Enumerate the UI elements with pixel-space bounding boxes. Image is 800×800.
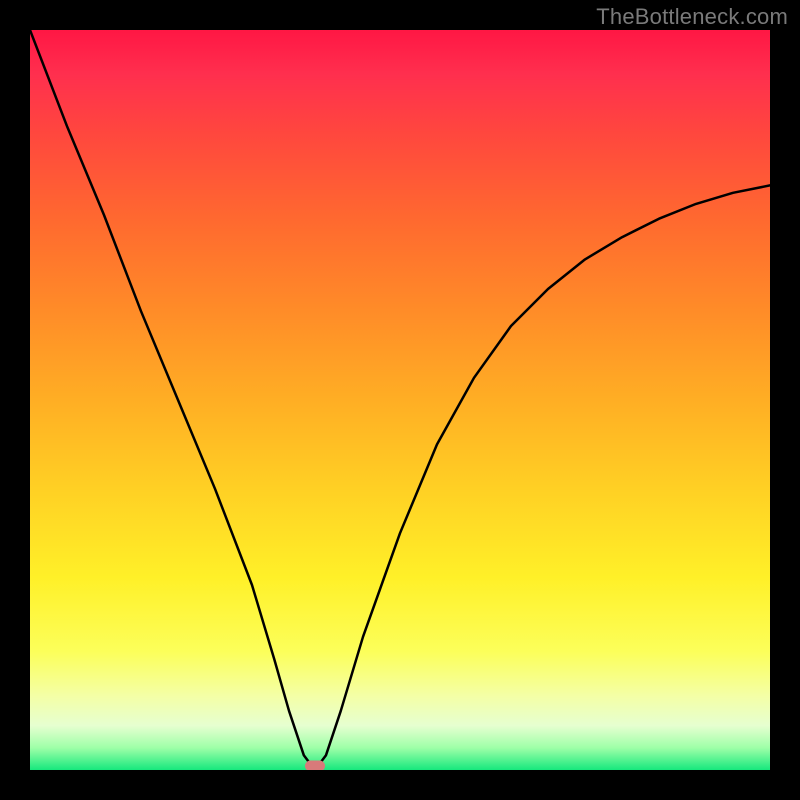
valley-marker-icon bbox=[305, 761, 325, 771]
watermark-text: TheBottleneck.com bbox=[596, 4, 788, 30]
chart-frame: TheBottleneck.com bbox=[0, 0, 800, 800]
bottleneck-curve bbox=[30, 30, 770, 770]
plot-area bbox=[30, 30, 770, 770]
